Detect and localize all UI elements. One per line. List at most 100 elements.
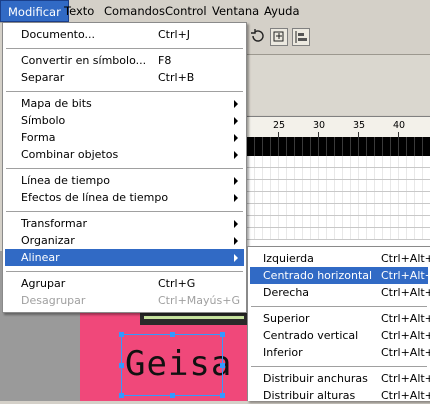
menu-ayuda[interactable]: Ayuda [257, 0, 307, 22]
menu-item-transformar[interactable]: Transformar [5, 215, 244, 232]
submenu-item-distribuir-alturas[interactable]: Distribuir alturas Ctrl+Alt+9 [250, 387, 430, 404]
menu-item-alinear[interactable]: Alinear [5, 249, 244, 266]
submenu-item-inferior[interactable]: Inferior Ctrl+Alt+6 [250, 344, 430, 361]
timeline-layers[interactable] [247, 156, 430, 251]
menu-item-label: Organizar [21, 234, 75, 247]
menu-separator [6, 271, 243, 272]
resize-handle[interactable] [170, 393, 175, 398]
menu-item-forma[interactable]: Forma [5, 129, 244, 146]
menu-item-label: Separar [21, 71, 65, 84]
menu-item-convertir-simbolo[interactable]: Convertir en símbolo... F8 [5, 52, 244, 69]
layer-track[interactable] [247, 180, 430, 192]
resize-handle[interactable] [220, 363, 225, 368]
layer-track[interactable] [247, 156, 430, 168]
menu-texto[interactable]: Texto [57, 0, 101, 22]
menu-item-linea-de-tiempo[interactable]: Línea de tiempo [5, 172, 244, 189]
layer-track[interactable] [247, 192, 430, 204]
menu-item-label: Símbolo [21, 114, 66, 127]
menu-separator [6, 91, 243, 92]
align-icon[interactable] [292, 28, 310, 46]
menu-item-shortcut: Ctrl+Alt+5 [381, 329, 430, 342]
rotate-icon[interactable] [249, 28, 267, 46]
menu-item-label: Documento... [21, 28, 96, 41]
menu-item-label: Línea de tiempo [21, 174, 110, 187]
layer-track[interactable] [247, 216, 430, 228]
timeline-panel-header [247, 55, 430, 115]
menu-item-shortcut: Ctrl+J [158, 28, 191, 41]
menu-separator [6, 168, 243, 169]
selection-bounding-box[interactable] [119, 332, 225, 398]
resize-handle[interactable] [119, 363, 124, 368]
layer-track[interactable] [247, 204, 430, 216]
submenu-arrow-icon [234, 220, 238, 228]
menu-item-label: Inferior [263, 346, 303, 359]
resize-handle[interactable] [170, 332, 175, 337]
stage-graphic-strip[interactable] [140, 311, 250, 325]
resize-handle[interactable] [119, 332, 124, 337]
menu-bar: Modificar Texto Comandos Control Ventana… [0, 0, 430, 23]
menu-item-shortcut: Ctrl+Alt+4 [381, 312, 430, 325]
submenu-item-centrado-horizontal[interactable]: Centrado horizontal Ctrl+Alt+2 [250, 267, 430, 284]
menu-separator [251, 306, 427, 307]
menu-separator [6, 211, 243, 212]
options-toolbar [247, 22, 430, 55]
menu-item-mapa-de-bits[interactable]: Mapa de bits [5, 95, 244, 112]
ruler-label: 40 [393, 120, 406, 131]
submenu-arrow-icon [234, 254, 238, 262]
timeline-ruler: 25 30 35 40 [247, 116, 430, 138]
menu-item-shortcut: Ctrl+Alt+3 [381, 286, 430, 299]
menu-separator [6, 48, 243, 49]
menu-item-label: Efectos de línea de tiempo [21, 191, 169, 204]
menu-separator [251, 366, 427, 367]
timeline-frames-bar[interactable] [247, 137, 430, 156]
menu-item-agrupar[interactable]: Agrupar Ctrl+G [5, 275, 244, 292]
submenu-item-izquierda[interactable]: Izquierda Ctrl+Alt+1 [250, 250, 430, 267]
modificar-dropdown-menu: Documento... Ctrl+J Convertir en símbolo… [2, 22, 247, 313]
layer-track[interactable] [247, 168, 430, 180]
menu-item-documento[interactable]: Documento... Ctrl+J [5, 26, 244, 43]
submenu-arrow-icon [234, 151, 238, 159]
menu-item-label: Superior [263, 312, 310, 325]
submenu-arrow-icon [234, 117, 238, 125]
resize-handle[interactable] [220, 332, 225, 337]
submenu-item-centrado-vertical[interactable]: Centrado vertical Ctrl+Alt+5 [250, 327, 430, 344]
menu-item-label: Centrado horizontal [263, 269, 373, 282]
menu-item-shortcut: Ctrl+Alt+9 [381, 389, 430, 402]
submenu-arrow-icon [234, 177, 238, 185]
submenu-item-distribuir-anchuras[interactable]: Distribuir anchuras Ctrl+Alt+7 [250, 370, 430, 387]
smooth-icon[interactable] [270, 28, 288, 46]
menu-item-label: Agrupar [21, 277, 66, 290]
resize-handle[interactable] [220, 393, 225, 398]
submenu-arrow-icon [234, 134, 238, 142]
menu-item-efectos-linea-de-tiempo[interactable]: Efectos de línea de tiempo [5, 189, 244, 206]
menu-item-shortcut: Ctrl+Alt+7 [381, 372, 430, 385]
menu-item-separar[interactable]: Separar Ctrl+B [5, 69, 244, 86]
menu-item-desagrupar: Desagrupar Ctrl+Mayús+G [5, 292, 244, 309]
menu-item-shortcut: Ctrl+Alt+1 [381, 252, 430, 265]
menu-item-label: Convertir en símbolo... [21, 54, 147, 67]
menu-item-label: Derecha [263, 286, 310, 299]
menu-item-shortcut: Ctrl+Alt+2 [381, 269, 430, 282]
menu-item-label: Distribuir anchuras [263, 372, 368, 385]
submenu-arrow-icon [234, 194, 238, 202]
submenu-item-derecha[interactable]: Derecha Ctrl+Alt+3 [250, 284, 430, 301]
menu-item-shortcut: Ctrl+G [158, 277, 196, 290]
menu-item-organizar[interactable]: Organizar [5, 232, 244, 249]
menu-item-simbolo[interactable]: Símbolo [5, 112, 244, 129]
menu-item-label: Forma [21, 131, 56, 144]
menu-item-label: Alinear [21, 251, 60, 264]
menu-item-label: Combinar objetos [21, 148, 119, 161]
menu-item-shortcut: Ctrl+Mayús+G [158, 294, 240, 307]
menu-item-label: Distribuir alturas [263, 389, 356, 402]
submenu-item-superior[interactable]: Superior Ctrl+Alt+4 [250, 310, 430, 327]
menu-item-label: Izquierda [263, 252, 314, 265]
menu-item-shortcut: F8 [158, 54, 172, 67]
resize-handle[interactable] [119, 393, 124, 398]
menu-item-label: Mapa de bits [21, 97, 92, 110]
ruler-label: 30 [313, 120, 326, 131]
layer-track[interactable] [247, 228, 430, 240]
menu-item-label: Centrado vertical [263, 329, 359, 342]
submenu-arrow-icon [234, 237, 238, 245]
alinear-submenu: Izquierda Ctrl+Alt+1 Centrado horizontal… [247, 246, 430, 404]
menu-item-combinar-objetos[interactable]: Combinar objetos [5, 146, 244, 163]
